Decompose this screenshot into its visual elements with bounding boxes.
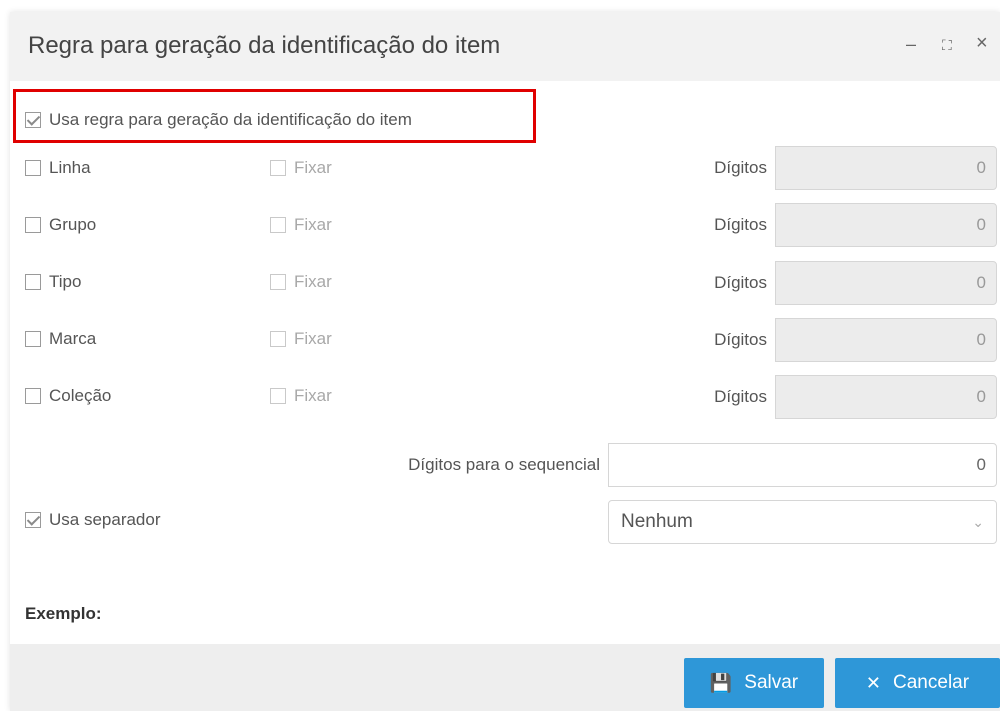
digits-input-marca[interactable] bbox=[775, 318, 997, 362]
row-label: Grupo bbox=[49, 215, 97, 234]
fix-label: Fixar bbox=[294, 215, 332, 234]
checkbox-icon bbox=[25, 331, 41, 347]
use-rule-checkbox[interactable]: Usa regra para geração da identificação … bbox=[25, 110, 412, 130]
digits-label: Dígitos bbox=[694, 146, 776, 190]
fix-checkbox-grupo[interactable]: Fixar bbox=[270, 215, 332, 235]
save-button[interactable]: 💾 Salvar bbox=[684, 658, 824, 708]
sequence-digits-input[interactable] bbox=[608, 443, 997, 487]
fix-checkbox-colecao[interactable]: Fixar bbox=[270, 386, 332, 406]
fix-checkbox-marca[interactable]: Fixar bbox=[270, 329, 332, 349]
use-rule-label: Usa regra para geração da identificação … bbox=[49, 110, 412, 129]
sequence-label: Dígitos para o sequencial bbox=[355, 443, 609, 487]
row-checkbox-colecao[interactable]: Coleção bbox=[25, 386, 111, 406]
save-button-label: Salvar bbox=[744, 672, 799, 693]
checkbox-icon bbox=[270, 331, 286, 347]
cancel-button[interactable]: ✕ Cancelar bbox=[835, 658, 1000, 708]
digits-input-linha[interactable] bbox=[775, 146, 997, 190]
checkbox-icon bbox=[270, 274, 286, 290]
checkbox-checked-icon bbox=[25, 112, 41, 128]
minimize-icon[interactable]: – bbox=[906, 34, 916, 55]
use-separator-checkbox[interactable]: Usa separador bbox=[25, 510, 161, 530]
dialog-title: Regra para geração da identificação do i… bbox=[28, 32, 501, 59]
checkbox-icon bbox=[25, 217, 41, 233]
digits-input-colecao[interactable] bbox=[775, 375, 997, 419]
checkbox-icon bbox=[270, 388, 286, 404]
chevron-down-icon: ⌄ bbox=[972, 514, 984, 530]
close-icon[interactable]: × bbox=[976, 32, 988, 55]
fix-label: Fixar bbox=[294, 272, 332, 291]
digits-label: Dígitos bbox=[694, 318, 776, 362]
checkbox-checked-icon bbox=[25, 512, 41, 528]
row-checkbox-linha[interactable]: Linha bbox=[25, 158, 91, 178]
digits-label: Dígitos bbox=[694, 261, 776, 305]
dialog-titlebar: Regra para geração da identificação do i… bbox=[10, 12, 1000, 81]
example-label: Exemplo: bbox=[25, 604, 102, 623]
row-label: Marca bbox=[49, 329, 97, 348]
fix-checkbox-linha[interactable]: Fixar bbox=[270, 158, 332, 178]
row-checkbox-tipo[interactable]: Tipo bbox=[25, 272, 81, 292]
fix-label: Fixar bbox=[294, 386, 332, 405]
dialog: Regra para geração da identificação do i… bbox=[10, 12, 1000, 711]
row-checkbox-grupo[interactable]: Grupo bbox=[25, 215, 96, 235]
maximize-icon[interactable]: ⛶ bbox=[942, 37, 952, 54]
checkbox-icon bbox=[25, 160, 41, 176]
dialog-footer: 💾 Salvar ✕ Cancelar bbox=[10, 644, 1000, 711]
digits-input-tipo[interactable] bbox=[775, 261, 997, 305]
checkbox-icon bbox=[270, 160, 286, 176]
use-separator-label: Usa separador bbox=[49, 510, 161, 529]
separator-select[interactable]: Nenhum ⌄ bbox=[608, 500, 997, 544]
digits-input-grupo[interactable] bbox=[775, 203, 997, 247]
checkbox-icon bbox=[25, 274, 41, 290]
row-label: Tipo bbox=[49, 272, 82, 291]
checkbox-icon bbox=[270, 217, 286, 233]
separator-select-value: Nenhum bbox=[621, 511, 693, 532]
row-label: Linha bbox=[49, 158, 91, 177]
fix-label: Fixar bbox=[294, 158, 332, 177]
digits-label: Dígitos bbox=[694, 375, 776, 419]
fix-label: Fixar bbox=[294, 329, 332, 348]
checkbox-icon bbox=[25, 388, 41, 404]
row-label: Coleção bbox=[49, 386, 112, 405]
fix-checkbox-tipo[interactable]: Fixar bbox=[270, 272, 332, 292]
save-icon: 💾 bbox=[709, 672, 733, 693]
cancel-button-label: Cancelar bbox=[893, 672, 970, 693]
digits-label: Dígitos bbox=[694, 203, 776, 247]
close-icon: ✕ bbox=[865, 672, 882, 693]
row-checkbox-marca[interactable]: Marca bbox=[25, 329, 96, 349]
